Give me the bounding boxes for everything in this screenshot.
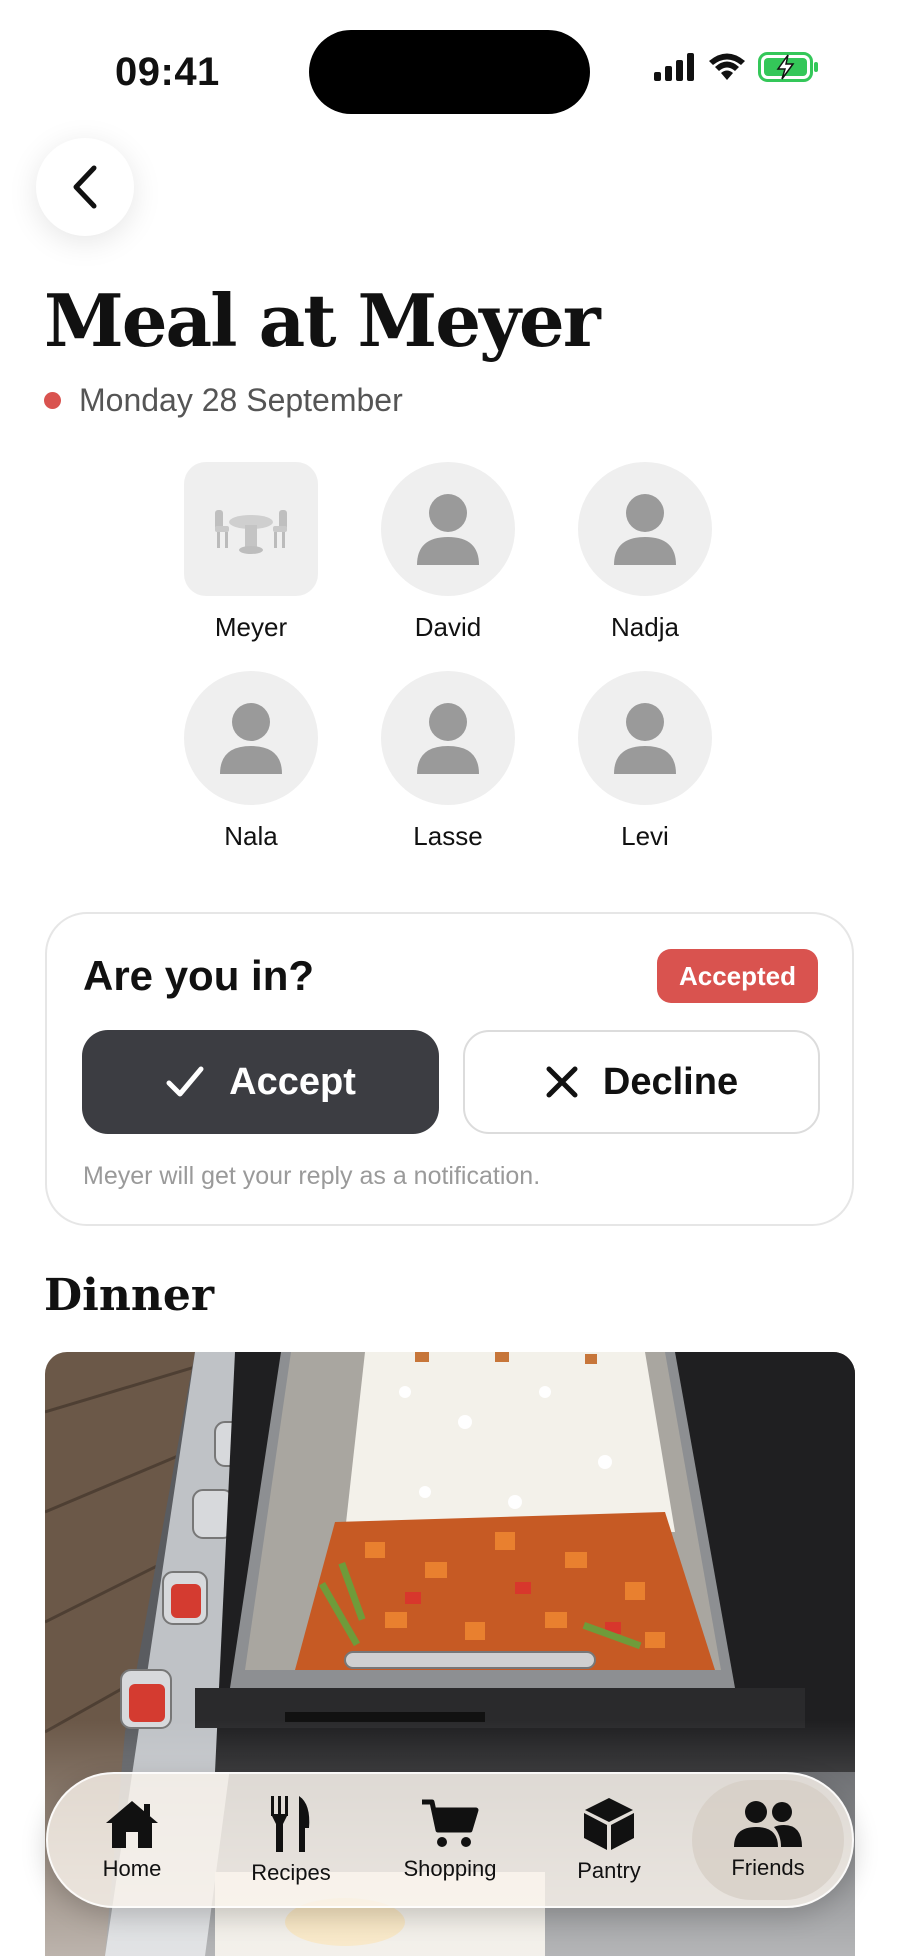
- guest-name: Nala: [224, 821, 278, 851]
- tab-label: Shopping: [403, 1856, 497, 1881]
- guest-name: Meyer: [214, 612, 288, 642]
- people-icon: [734, 1801, 802, 1847]
- accept-button[interactable]: Accept: [82, 1030, 439, 1134]
- guest-name: David: [414, 612, 482, 642]
- tab-pantry[interactable]: Pantry: [533, 1780, 685, 1900]
- status-icons: [654, 52, 820, 82]
- chevron-left-icon: [73, 165, 97, 209]
- dynamic-island: [309, 30, 590, 114]
- date-indicator-dot: [44, 392, 61, 409]
- rsvp-note: Meyer will get your reply as a notificat…: [83, 1162, 541, 1190]
- status-time: 09:41: [115, 50, 220, 94]
- box-icon: [584, 1798, 634, 1850]
- date-row: Monday 28 September: [44, 382, 403, 419]
- avatar: [184, 462, 318, 596]
- guest-host[interactable]: Meyer: [184, 462, 318, 643]
- tab-label: Pantry: [577, 1858, 641, 1883]
- wifi-icon: [709, 53, 745, 80]
- close-icon: [546, 1066, 578, 1098]
- back-button[interactable]: [36, 138, 134, 236]
- person-icon: [417, 703, 479, 774]
- avatar: [381, 462, 515, 596]
- tab-shopping[interactable]: Shopping: [374, 1780, 526, 1900]
- guest-name: Lasse: [413, 821, 483, 851]
- decline-button[interactable]: Decline: [463, 1030, 820, 1134]
- cellular-signal-icon: [654, 53, 694, 81]
- status-badge: Accepted: [656, 949, 818, 1003]
- person-icon: [417, 494, 479, 565]
- avatar: [578, 462, 712, 596]
- page-title: Meal at Meyer: [44, 278, 601, 363]
- rsvp-card: Are you in? Accepted Accept Decline Meye…: [45, 912, 854, 1226]
- decline-label: Decline: [602, 1060, 739, 1103]
- rsvp-question: Are you in?: [83, 952, 315, 999]
- guest-nala[interactable]: Nala: [184, 671, 318, 852]
- avatar: [381, 671, 515, 805]
- meal-date: Monday 28 September: [79, 382, 403, 418]
- tab-home[interactable]: Home: [56, 1780, 208, 1900]
- tab-friends[interactable]: Friends: [692, 1780, 844, 1900]
- cart-icon: [422, 1799, 479, 1847]
- guest-name: Levi: [621, 821, 669, 851]
- guest-lasse[interactable]: Lasse: [381, 671, 515, 852]
- avatar: [578, 671, 712, 805]
- guest-grid: Meyer David Nadja Nala Lasse Levi: [184, 462, 716, 852]
- tab-label: Friends: [731, 1855, 805, 1880]
- guest-name: Nadja: [611, 612, 679, 642]
- accept-label: Accept: [229, 1060, 356, 1103]
- tab-label: Recipes: [251, 1860, 331, 1885]
- section-title-dinner: Dinner: [44, 1270, 215, 1321]
- person-icon: [614, 703, 676, 774]
- avatar: [184, 671, 318, 805]
- battery-charging-icon: [758, 52, 818, 82]
- tab-recipes[interactable]: Recipes: [215, 1780, 367, 1900]
- guest-david[interactable]: David: [381, 462, 515, 643]
- tab-label: Home: [102, 1856, 162, 1881]
- dining-table-icon: [215, 510, 287, 554]
- fork-knife-icon: [271, 1796, 310, 1852]
- tab-bar: Home Recipes Shopping Pantry Friends: [46, 1772, 854, 1908]
- house-icon: [106, 1801, 158, 1848]
- checkmark-icon: [166, 1066, 204, 1097]
- person-icon: [220, 703, 282, 774]
- guest-nadja[interactable]: Nadja: [578, 462, 712, 643]
- person-icon: [614, 494, 676, 565]
- guest-levi[interactable]: Levi: [578, 671, 712, 852]
